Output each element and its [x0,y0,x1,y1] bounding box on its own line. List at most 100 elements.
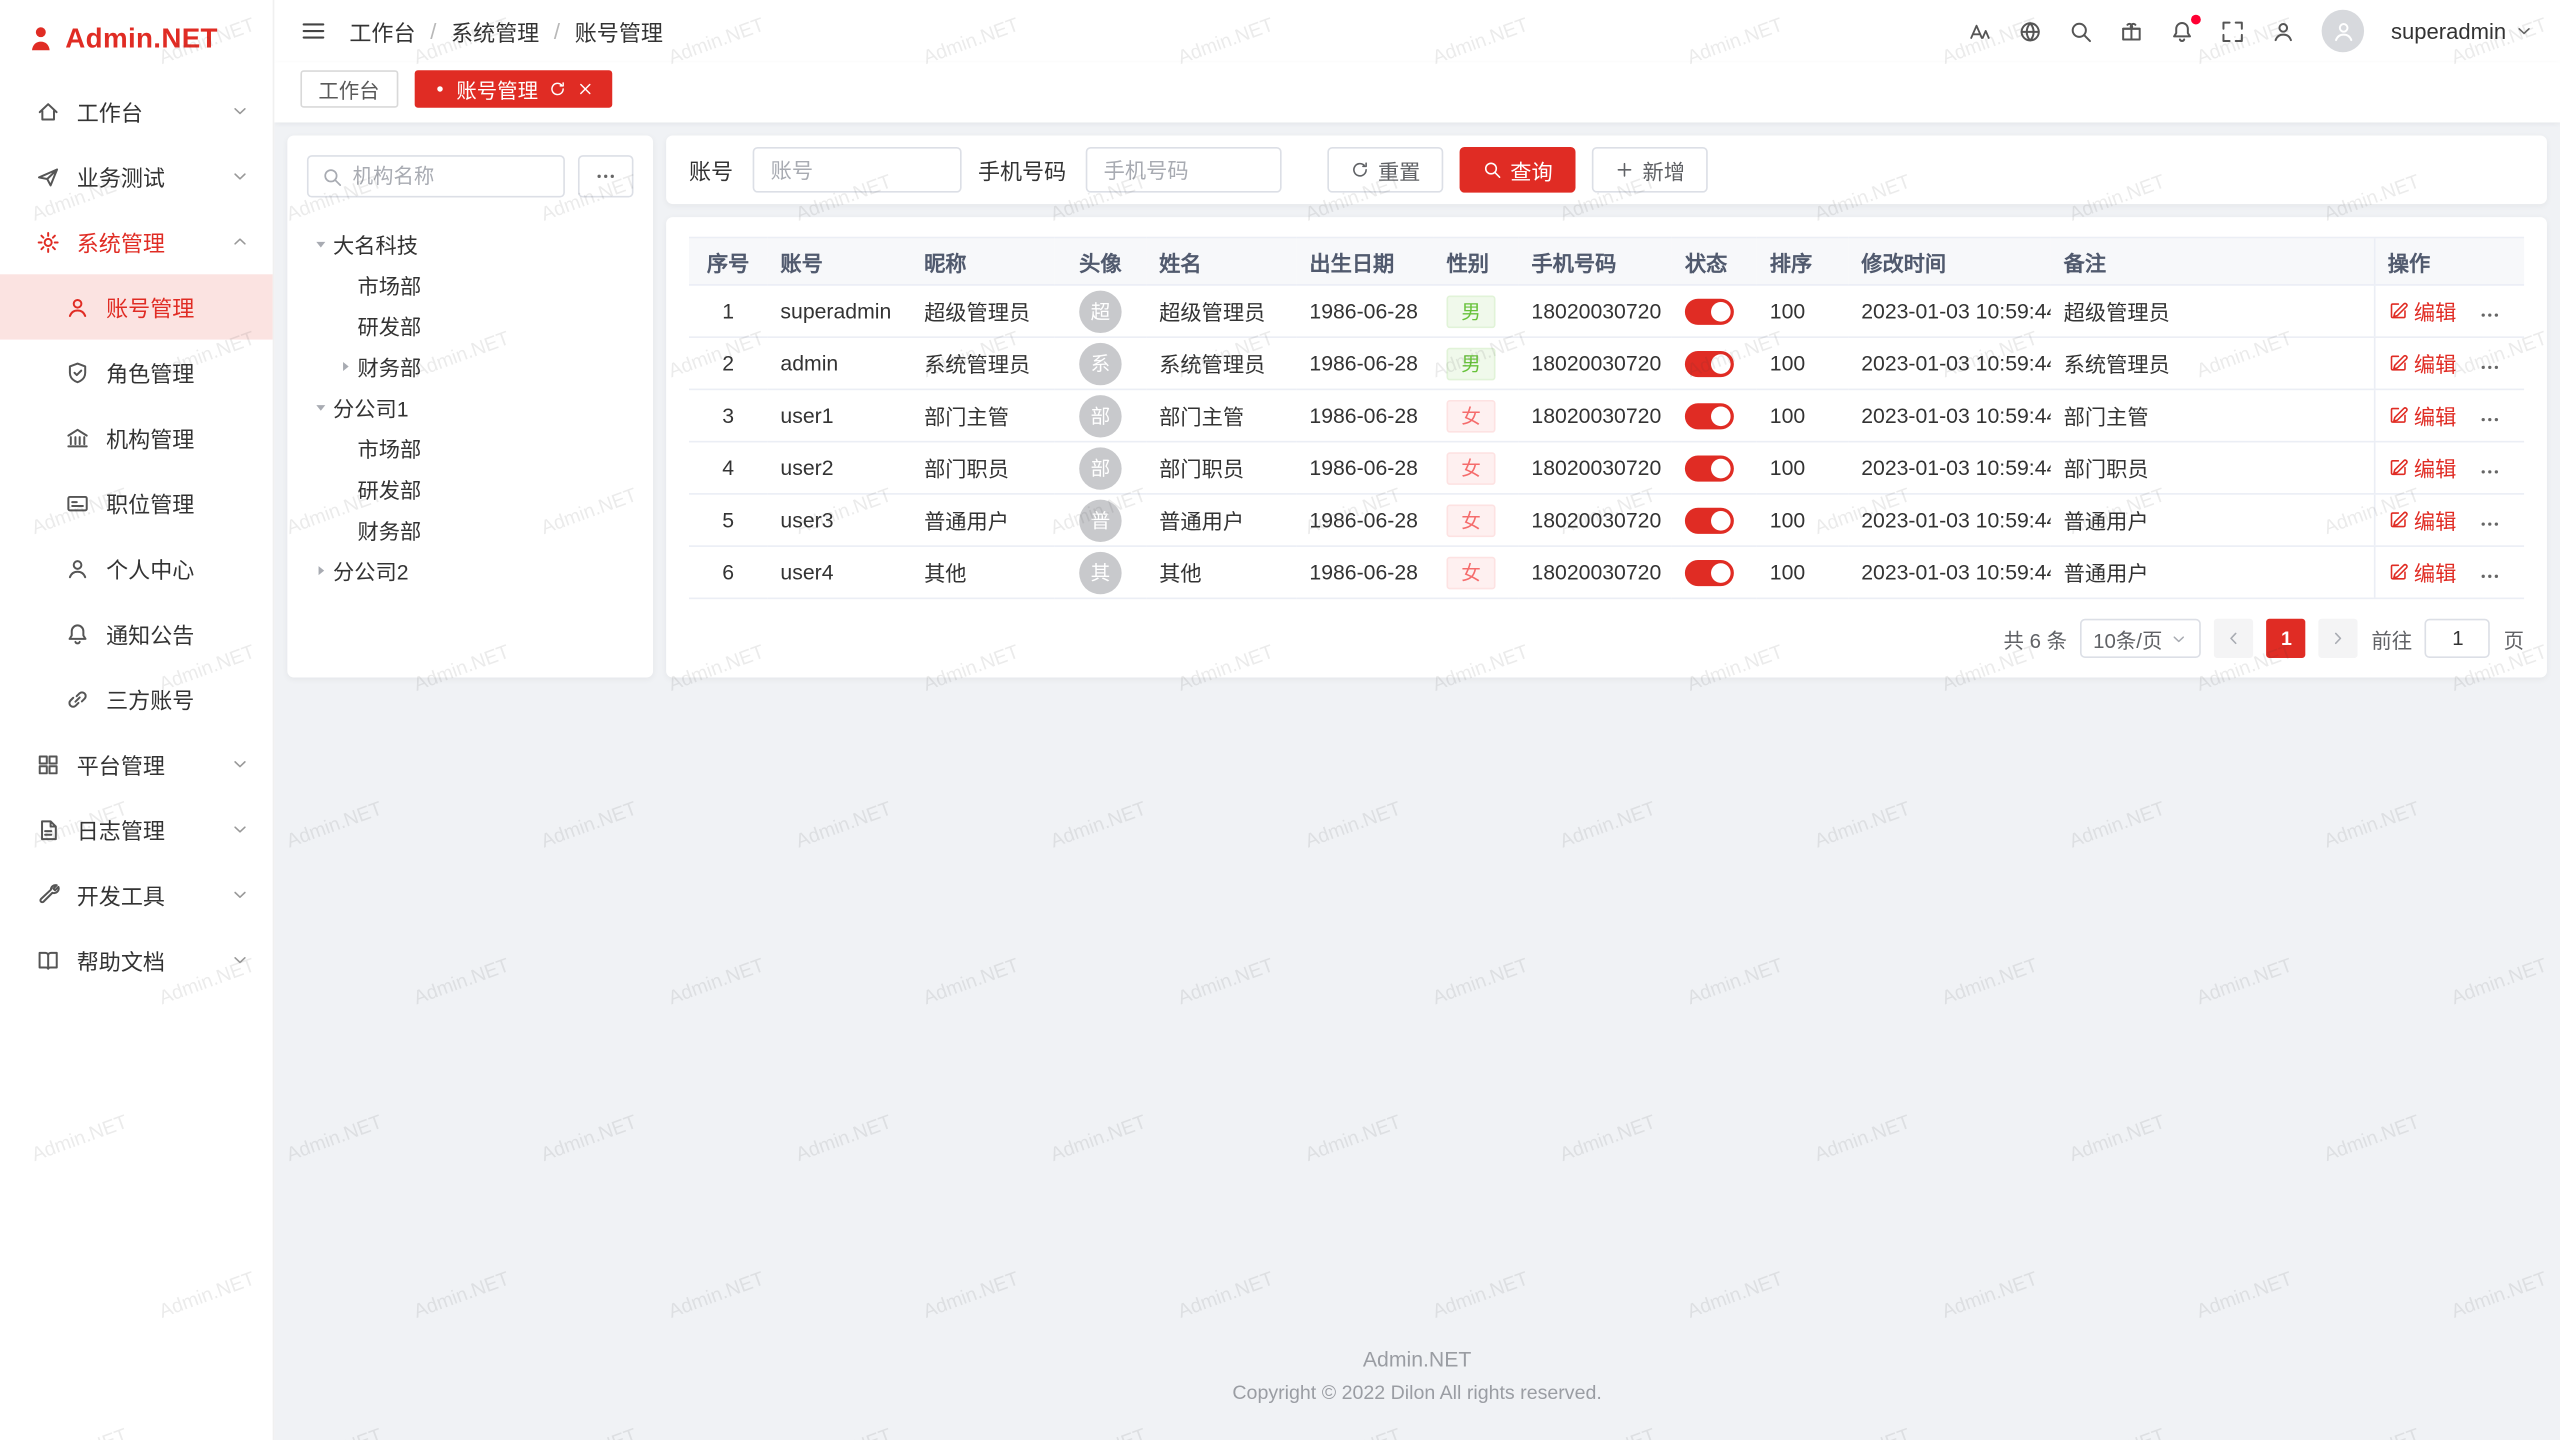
sidebar-item-label: 开发工具 [77,878,230,911]
status-toggle[interactable] [1685,351,1734,377]
sidebar-item-log[interactable]: 日志管理 [0,797,273,862]
row-more-button[interactable] [2479,304,2502,327]
edit-button[interactable]: 编辑 [2388,452,2457,483]
cell-phone: 18020030720 [1518,389,1671,441]
goto-page-input[interactable] [2425,619,2490,658]
tree-node[interactable]: 分公司2 [307,550,634,591]
tree-node[interactable]: 分公司1 [307,387,634,428]
search-button[interactable]: 查询 [1460,147,1576,193]
sidebar-item-label: 角色管理 [106,356,250,389]
page-number-button[interactable]: 1 [2267,619,2306,658]
tree-node-label: 大名科技 [333,229,418,260]
status-toggle[interactable] [1685,298,1734,324]
add-button-label: 新增 [1642,154,1684,185]
breadcrumb-item[interactable]: 系统管理 [451,15,539,48]
fullscreen-icon[interactable] [2221,19,2245,43]
cell-remark: 部门职员 [2051,442,2374,494]
caret-down-icon[interactable] [307,235,333,253]
edit-button[interactable]: 编辑 [2388,400,2457,431]
tab-工作台[interactable]: 工作台 [300,70,397,108]
sidebar-item-help[interactable]: 帮助文档 [0,927,273,992]
cell-name: 超级管理员 [1146,285,1296,337]
status-toggle[interactable] [1685,403,1734,429]
refresh-icon[interactable] [548,80,566,98]
tree-node[interactable]: 财务部 [307,346,634,387]
next-page-button[interactable] [2319,619,2358,658]
cell-remark: 系统管理员 [2051,337,2374,389]
cell-sort: 100 [1757,389,1848,441]
page-size-select[interactable]: 10条/页 [2080,619,2201,658]
sidebar-item-position[interactable]: 职位管理 [0,470,273,535]
chevron-down-icon [230,101,250,121]
gender-tag: 女 [1447,504,1496,537]
bell-icon [65,621,89,645]
search-icon[interactable] [2069,19,2093,43]
user-menu[interactable]: superadmin [2391,19,2534,43]
sidebar-item-workbench[interactable]: 工作台 [0,78,273,143]
breadcrumb-item[interactable]: 工作台 [349,15,415,48]
sidebar-item-system[interactable]: 系统管理 [0,209,273,274]
font-size-icon[interactable] [1968,19,1992,43]
avatar: 部 [1079,447,1121,489]
user-avatar[interactable] [2322,10,2364,52]
tree-node[interactable]: 大名科技 [307,224,634,265]
edit-button[interactable]: 编辑 [2388,557,2457,588]
cell-sort: 100 [1757,285,1848,337]
edit-button[interactable]: 编辑 [2388,504,2457,535]
sidebar-item-role[interactable]: 角色管理 [0,340,273,405]
sidebar-item-third-account[interactable]: 三方账号 [0,666,273,731]
user-table-panel: 序号账号昵称头像姓名出生日期性别手机号码状态排序修改时间备注操作 1 super… [666,217,2547,677]
theme-icon[interactable] [2120,19,2144,43]
logo: Admin.NET [0,0,273,78]
breadcrumb-item[interactable]: 账号管理 [575,15,663,48]
status-toggle[interactable] [1685,507,1734,533]
plus-icon [1615,160,1635,180]
table-row: 6 user4 其他 其 其他 1986-06-28 女 18020030720… [689,546,2524,598]
row-more-button[interactable] [2479,513,2502,536]
tree-node[interactable]: 研发部 [307,469,634,510]
tree-node[interactable]: 研发部 [307,305,634,346]
org-tree-toolbar [307,155,634,197]
sidebar-item-devtools[interactable]: 开发工具 [0,862,273,927]
sidebar-item-organization[interactable]: 机构管理 [0,405,273,470]
menu-toggle-icon[interactable] [300,18,326,44]
tree-more-button[interactable] [578,155,634,197]
user-icon[interactable] [2272,19,2296,43]
sidebar-item-platform[interactable]: 平台管理 [0,731,273,796]
status-toggle[interactable] [1685,455,1734,481]
row-more-button[interactable] [2479,408,2502,431]
tree-node[interactable]: 财务部 [307,509,634,550]
row-more-button[interactable] [2479,356,2502,379]
cell-phone: 18020030720 [1518,442,1671,494]
sidebar-item-business-test[interactable]: 业务测试 [0,144,273,209]
account-filter-input[interactable] [753,147,962,193]
close-icon[interactable] [576,80,594,98]
row-more-button[interactable] [2479,460,2502,483]
reset-button[interactable]: 重置 [1327,147,1443,193]
caret-down-icon[interactable] [307,398,333,416]
edit-button[interactable]: 编辑 [2388,348,2457,379]
sidebar-item-label: 三方账号 [106,682,250,715]
sidebar-item-profile[interactable]: 个人中心 [0,536,273,601]
prev-page-button[interactable] [2215,619,2254,658]
language-icon[interactable] [2019,19,2043,43]
tree-node[interactable]: 市场部 [307,428,634,469]
sidebar-item-notice[interactable]: 通知公告 [0,601,273,666]
tree-node-label: 研发部 [358,473,422,504]
caret-right-icon[interactable] [307,562,333,580]
tab-label: 账号管理 [456,73,538,104]
status-toggle[interactable] [1685,560,1734,586]
doc-icon [36,817,60,841]
add-button[interactable]: 新增 [1592,147,1708,193]
edit-button[interactable]: 编辑 [2388,295,2457,326]
notification-bell-icon[interactable] [2171,19,2195,43]
org-search-input[interactable] [353,165,551,188]
tab-账号管理[interactable]: 账号管理 [414,70,612,108]
tree-node[interactable]: 市场部 [307,264,634,305]
cell-actions: 编辑 [2374,442,2524,494]
link-icon [65,687,89,711]
sidebar-item-account[interactable]: 账号管理 [0,274,273,339]
phone-filter-input[interactable] [1086,147,1282,193]
caret-right-icon[interactable] [331,358,357,376]
row-more-button[interactable] [2479,565,2502,588]
